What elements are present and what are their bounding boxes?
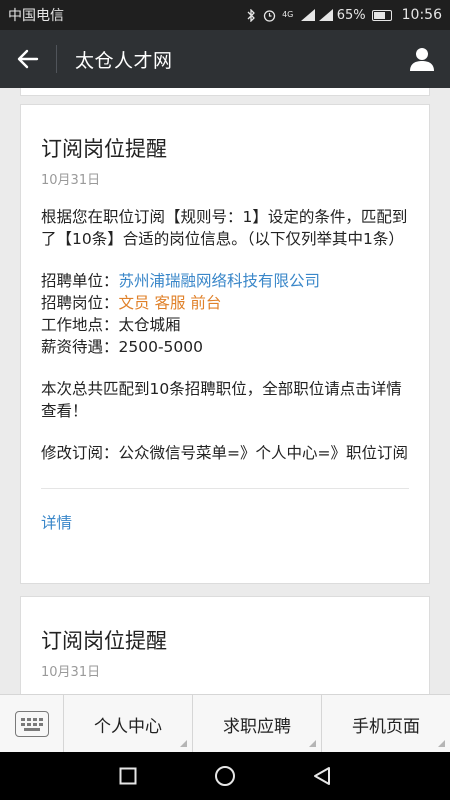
message-card[interactable]: 订阅岗位提醒 10月31日 根据您在职位订阅【规则号：1】设定的条件，匹配到了【… [20, 104, 430, 584]
bottom-menu: 个人中心 求职应聘 手机页面 [0, 694, 450, 753]
square-icon [119, 767, 137, 785]
card-title: 订阅岗位提醒 [41, 629, 167, 653]
salary-row: 薪资待遇：2500-5000 [41, 336, 409, 358]
location-value: 太仓城厢 [118, 316, 181, 334]
salary-value: 2500-5000 [118, 338, 204, 356]
company-row: 招聘单位：苏州浦瑞融网络科技有限公司 [41, 270, 409, 292]
title-bar: 太仓人才网 [0, 30, 450, 88]
page-title: 太仓人才网 [75, 49, 173, 72]
home-button[interactable] [205, 756, 245, 796]
recent-apps-button[interactable] [108, 756, 148, 796]
card-body: 根据您在职位订阅【规则号：1】设定的条件，匹配到了【10条】合适的岗位信息。（以… [41, 206, 409, 464]
company-link[interactable]: 苏州浦瑞融网络科技有限公司 [119, 272, 321, 290]
battery-percent: 65% [336, 7, 366, 23]
summary-text: 本次总共匹配到10条招聘职位，全部职位请点击详情查看！ [41, 380, 402, 420]
message-card[interactable]: 订阅岗位提醒 10月31日 [20, 596, 430, 694]
company-label: 招聘单位： [41, 272, 119, 290]
menu-job-application[interactable]: 求职应聘 [193, 695, 322, 753]
clock: 10:56 [401, 7, 442, 23]
signal-icon [300, 9, 315, 21]
back-nav-button[interactable] [302, 756, 342, 796]
carrier-label: 中国电信 [8, 8, 64, 24]
job-details: 招聘单位：苏州浦瑞融网络科技有限公司 招聘岗位：文员 客服 前台 工作地点：太仓… [41, 270, 409, 358]
message-list[interactable]: 订阅岗位提醒 10月31日 根据您在职位订阅【规则号：1】设定的条件，匹配到了【… [0, 88, 450, 694]
position-label: 招聘岗位： [41, 294, 119, 312]
position-value: 文员 客服 前台 [118, 294, 222, 312]
battery-icon [371, 9, 392, 21]
signal-2-icon [318, 9, 333, 21]
salary-label: 薪资待遇： [41, 338, 119, 356]
user-icon [410, 48, 434, 71]
menu-personal-center[interactable]: 个人中心 [64, 695, 193, 753]
location-row: 工作地点：太仓城厢 [41, 314, 409, 336]
circle-icon [214, 766, 235, 786]
triangle-back-icon [313, 767, 330, 785]
card-date: 10月31日 [41, 665, 101, 680]
status-bar: 中国电信 4G 65% 10:56 [0, 0, 450, 30]
arrow-left-icon [17, 49, 39, 69]
network-type-icon: 4G [282, 10, 294, 19]
status-icons: 4G 65% 10:56 [245, 7, 442, 23]
user-profile-button[interactable] [394, 30, 450, 88]
modify-subscription-text: 修改订阅：公众微信号菜单=》个人中心=》职位订阅 [41, 444, 408, 462]
intro-text: 根据您在职位订阅【规则号：1】设定的条件，匹配到了【10条】合适的岗位信息。（以… [41, 208, 408, 248]
keyboard-icon [14, 711, 49, 737]
bluetooth-icon [245, 8, 257, 23]
card-date: 10月31日 [41, 173, 101, 188]
previous-card-edge [20, 88, 430, 96]
system-nav-bar [0, 752, 450, 800]
keyboard-toggle-button[interactable] [0, 695, 64, 753]
back-button[interactable] [0, 30, 56, 88]
location-label: 工作地点： [41, 316, 119, 334]
alarm-icon [263, 9, 275, 22]
card-title: 订阅岗位提醒 [41, 137, 167, 161]
position-row: 招聘岗位：文员 客服 前台 [41, 292, 409, 314]
detail-link[interactable]: 详情 [41, 489, 409, 533]
menu-mobile-page[interactable]: 手机页面 [322, 695, 450, 753]
